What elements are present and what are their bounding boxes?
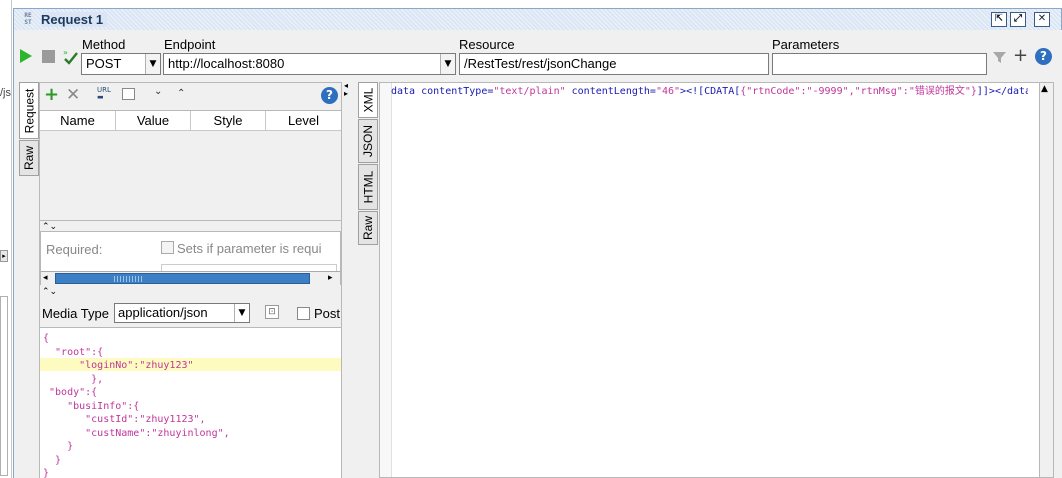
help-icon[interactable]: ?: [321, 87, 338, 104]
response-token: data: [391, 86, 416, 97]
sets-if-label: Sets if parameter is requi: [177, 241, 322, 256]
tab-request[interactable]: Request: [19, 82, 39, 139]
code-line: }: [43, 468, 50, 478]
parameters-label: Parameters: [772, 37, 840, 52]
response-token: "46": [655, 86, 681, 97]
collapse-left-icon[interactable]: ◂ ▸: [344, 82, 348, 98]
endpoint-input[interactable]: http://localhost:8080 ▼: [163, 53, 456, 75]
code-line: "custName":"zhuyinlong",: [43, 427, 230, 439]
scroll-right-icon[interactable]: ▸: [328, 272, 333, 285]
response-token: <![CDATA[: [686, 86, 741, 97]
details-hscrollbar[interactable]: ◂ ▸: [41, 271, 340, 285]
close-window-icon[interactable]: ✕: [1034, 12, 1050, 27]
scroll-left-icon[interactable]: ◂: [43, 272, 48, 285]
validate-icon[interactable]: »: [63, 47, 79, 65]
outer-left-scrollbar[interactable]: [0, 296, 8, 476]
endpoint-value: http://localhost:8080: [168, 56, 285, 71]
response-token: ]]>: [976, 86, 995, 97]
code-line: "busiInfo":{: [43, 400, 140, 412]
delete-icon[interactable]: ✕: [66, 87, 80, 104]
code-line: "custId":"zhuy1123",: [43, 414, 206, 425]
url-encode-icon[interactable]: URL ▬: [97, 87, 113, 101]
parameters-input[interactable]: [772, 53, 987, 75]
recreate-icon[interactable]: ⊡: [265, 305, 279, 319]
window-title: Request 1: [41, 12, 108, 27]
params-table-header: Name Value Style Level: [40, 111, 341, 131]
response-token: "text/plain": [493, 86, 566, 97]
endpoint-label: Endpoint: [164, 37, 216, 52]
method-select[interactable]: POST ▼: [81, 53, 161, 75]
media-type-select[interactable]: application/json ▼: [114, 303, 250, 323]
tab-xml[interactable]: XML: [358, 82, 378, 118]
line-gutter: [380, 83, 392, 477]
request-editor: » Method POST ▼ Endpoint http://localhos…: [13, 30, 1062, 478]
resource-label: Resource: [459, 37, 515, 52]
response-token: {"rtnCode":"-9999","rtnMsg":"错误的报文"}: [740, 86, 977, 97]
request-params-panel: + ✕ URL ▬ ⌄ ⌃ ? Name Value Style Level ⌃⌄…: [39, 82, 342, 478]
media-type-value: application/json: [118, 305, 208, 320]
required-checkbox[interactable]: [161, 241, 174, 254]
response-token: contentType=: [415, 86, 494, 97]
chevron-down-icon[interactable]: ▼: [234, 304, 249, 322]
filter-params-icon[interactable]: [992, 49, 1008, 65]
code-line: "loginNo":"zhuy123": [43, 360, 194, 371]
column-level[interactable]: Level: [266, 111, 341, 130]
method-value: POST: [86, 56, 122, 71]
run-icon[interactable]: [19, 48, 33, 64]
stop-icon[interactable]: [42, 50, 55, 63]
response-token: contentLength=: [565, 86, 656, 97]
tab-html[interactable]: HTML: [358, 164, 378, 210]
column-style[interactable]: Style: [191, 111, 266, 130]
required-label: Required:: [46, 242, 103, 257]
add-icon[interactable]: +: [44, 86, 59, 104]
code-line: },: [43, 373, 104, 385]
scroll-thumb[interactable]: [55, 273, 310, 284]
chevron-down-icon[interactable]: ▼: [440, 54, 455, 74]
move-up-icon[interactable]: ⌃: [177, 88, 185, 99]
outer-left-arrow[interactable]: ▸: [0, 250, 8, 262]
reset-icon[interactable]: [122, 88, 135, 100]
code-line: "root":{: [43, 346, 104, 358]
post-label: Post: [314, 306, 341, 321]
outer-left-cut-text: /js: [0, 87, 11, 99]
response-token: </data>: [994, 86, 1028, 97]
column-value[interactable]: Value: [116, 111, 191, 130]
post-checkbox[interactable]: [297, 307, 310, 320]
help-icon[interactable]: ?: [1035, 48, 1052, 65]
method-label: Method: [82, 37, 126, 52]
svg-text:»: »: [63, 48, 68, 57]
response-vscrollbar[interactable]: ▲: [1039, 82, 1054, 478]
scroll-up-icon[interactable]: ▲: [1041, 84, 1048, 94]
add-param-icon[interactable]: +: [1013, 45, 1028, 66]
column-name[interactable]: Name: [40, 111, 116, 130]
code-line: {: [43, 333, 50, 344]
response-xml-viewer[interactable]: data contentType="text/plain" contentLen…: [379, 82, 1047, 478]
param-details-panel: Required: Sets if parameter is requi ◂ ▸: [40, 231, 341, 285]
tab-raw-right[interactable]: Raw: [358, 211, 378, 245]
tab-json[interactable]: JSON: [358, 119, 378, 163]
request-body-editor[interactable]: { "root":{ "loginNo":"zhuy123" }, "body"…: [40, 327, 341, 478]
rest-badge-icon: RE ST: [24, 12, 32, 26]
response-text: data contentType="text/plain" contentLen…: [391, 85, 1028, 99]
chevron-down-icon[interactable]: ▼: [145, 54, 160, 74]
splitter-arrows-icon[interactable]: ⌃⌄: [42, 287, 57, 297]
move-down-icon[interactable]: ⌄: [154, 86, 162, 97]
code-line: "body":{: [43, 387, 98, 398]
resource-input[interactable]: /RestTest/rest/jsonChange: [459, 53, 769, 75]
code-line: }: [43, 454, 62, 466]
detach-window-icon[interactable]: ⇱: [991, 12, 1007, 27]
tab-raw-left[interactable]: Raw: [19, 140, 39, 176]
media-type-label: Media Type: [42, 306, 109, 321]
maximize-window-icon[interactable]: ⤢: [1010, 12, 1026, 27]
code-line: }: [43, 441, 74, 452]
request-body-text: { "root":{ "loginNo":"zhuy123" }, "body"…: [43, 332, 230, 478]
request-title-bar: RE ST Request 1 ⇱ ⤢ ✕: [13, 8, 1062, 30]
resource-value: /RestTest/rest/jsonChange: [464, 56, 617, 71]
params-table: Name Value Style Level: [40, 110, 341, 221]
